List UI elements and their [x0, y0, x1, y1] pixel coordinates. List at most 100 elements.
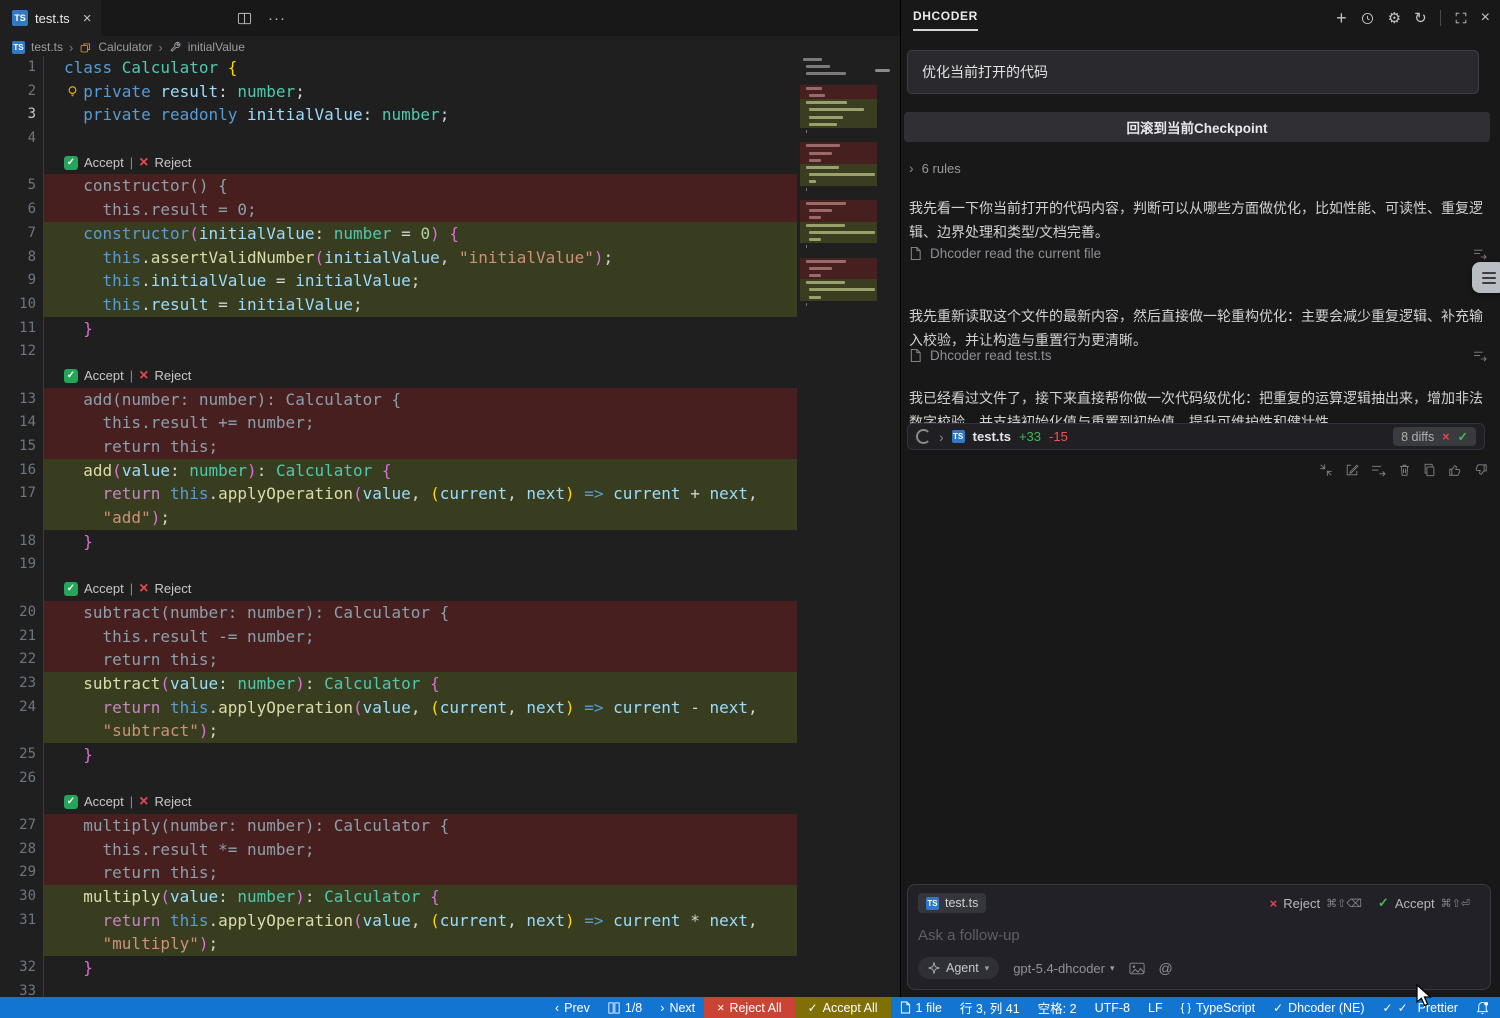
code-line: 13 add(number: number): Calculator {	[0, 388, 797, 412]
collapse-icon[interactable]	[1319, 463, 1333, 477]
inline-accept-button[interactable]: Accept	[84, 790, 124, 814]
floating-menu-button[interactable]	[1472, 262, 1500, 293]
minimap-line	[800, 142, 877, 149]
code-line: 16 add(value: number): Calculator {	[0, 459, 797, 483]
tool-call-read-test-ts[interactable]: Dhcoder read test.ts	[909, 348, 1487, 363]
thumbs-up-icon[interactable]	[1448, 463, 1462, 477]
breadcrumb-member[interactable]: initialValue	[188, 40, 245, 54]
app-window: TS test.ts × ··· TS test.ts › Calculator…	[0, 0, 1500, 1018]
inline-accept-button[interactable]: Accept	[84, 577, 124, 601]
line-number	[0, 719, 43, 743]
history-icon[interactable]	[1360, 11, 1375, 26]
delete-icon[interactable]	[1398, 463, 1411, 477]
inline-accept-button[interactable]: Accept	[84, 364, 124, 388]
settings-gear-icon[interactable]: ⚙	[1388, 11, 1401, 26]
code-line: 7 constructor(initialValue: number = 0) …	[0, 222, 797, 246]
edit-icon[interactable]	[1345, 463, 1359, 477]
user-message-text: 优化当前打开的代码	[922, 62, 1048, 82]
chat-input-area[interactable]: TS test.ts × Reject ⌘⇧⌫ ✓ Accept ⌘⇧⏎ Ask…	[907, 884, 1491, 990]
close-panel-icon[interactable]: ×	[1481, 10, 1490, 26]
tool-call-read-file[interactable]: Dhcoder read the current file	[909, 246, 1487, 261]
file-count[interactable]: 1 file	[891, 997, 951, 1018]
editor-pane: TS test.ts × ··· TS test.ts › Calculator…	[0, 0, 900, 997]
line-number: 18	[0, 530, 43, 554]
context-file-chip[interactable]: TS test.ts	[918, 893, 986, 913]
reject-button[interactable]: Reject	[1283, 896, 1320, 911]
line-number: 25	[0, 743, 43, 767]
accept-all-icon[interactable]: ✓	[1458, 429, 1468, 444]
code-area[interactable]: 1class Calculator {2 private result: num…	[0, 56, 797, 997]
notifications-bell[interactable]	[1467, 997, 1498, 1018]
panel-header-icons: + ⚙ ↻ ×	[1336, 0, 1490, 36]
code-line: 10 this.result = initialValue;	[0, 293, 797, 317]
prev-diff-button[interactable]: ‹ Prev	[546, 997, 599, 1018]
language-mode[interactable]: { } TypeScript	[1172, 997, 1264, 1018]
check-icon: ✓	[808, 1001, 818, 1015]
accept-all-button[interactable]: ✓ Accept All	[795, 997, 891, 1018]
more-actions-icon[interactable]: ···	[268, 11, 286, 26]
code-line: 23 subtract(value: number): Calculator {	[0, 672, 797, 696]
inline-diff-widget: ✓Accept|×Reject	[0, 577, 797, 601]
line-number: 4	[0, 127, 43, 151]
eol-setting[interactable]: LF	[1139, 997, 1172, 1018]
line-number	[0, 932, 43, 956]
inline-reject-button[interactable]: Reject	[154, 577, 191, 601]
line-number: 5	[0, 174, 43, 198]
minimap-line	[800, 186, 877, 193]
inline-accept-button[interactable]: Accept	[84, 151, 124, 175]
dhcoder-status[interactable]: ✓ Dhcoder (NE)	[1264, 997, 1373, 1018]
expand-panel-icon[interactable]	[1454, 11, 1468, 25]
split-editor-icon[interactable]	[237, 11, 252, 26]
breadcrumb-class[interactable]: Calculator	[98, 40, 152, 54]
refresh-icon[interactable]: ↻	[1414, 11, 1427, 26]
tool-call-label: Dhcoder read test.ts	[930, 348, 1052, 363]
encoding-setting[interactable]: UTF-8	[1086, 997, 1139, 1018]
minimap-line	[800, 56, 877, 63]
minimap-line	[800, 157, 877, 164]
line-number: 31	[0, 909, 43, 933]
scrollbar-handle[interactable]	[875, 69, 890, 72]
inline-reject-button[interactable]: Reject	[154, 151, 191, 175]
code-line: 19	[0, 553, 797, 577]
tab-test-ts[interactable]: TS test.ts ×	[0, 0, 101, 36]
copy-icon[interactable]	[1423, 463, 1436, 477]
panel-title-tab[interactable]: DHCODER	[913, 9, 978, 31]
mention-icon[interactable]: @	[1159, 960, 1173, 976]
accept-button[interactable]: Accept	[1395, 896, 1435, 911]
accept-shortcut: ⌘⇧⏎	[1441, 897, 1470, 910]
inline-diff-widget: ✓Accept|×Reject	[0, 151, 797, 175]
agent-label: Agent	[946, 961, 979, 975]
attach-image-icon[interactable]	[1129, 962, 1145, 975]
agent-mode-selector[interactable]: Agent ▾	[918, 957, 999, 979]
rules-toggle[interactable]: › 6 rules	[909, 160, 961, 176]
reject-all-icon[interactable]: ×	[1442, 430, 1449, 444]
rollback-checkpoint-button[interactable]: 回滚到当前Checkpoint	[904, 112, 1490, 142]
code-line: 9 this.initialValue = initialValue;	[0, 269, 797, 293]
minimap-line	[800, 85, 877, 92]
indentation-setting[interactable]: 空格: 2	[1029, 997, 1086, 1018]
thumbs-down-icon[interactable]	[1474, 463, 1488, 477]
diff-counter[interactable]: 1/8	[599, 997, 651, 1018]
minimap[interactable]	[800, 56, 877, 376]
insert-output-icon[interactable]	[1473, 350, 1487, 362]
insert-output-icon[interactable]	[1473, 248, 1487, 260]
close-tab-icon[interactable]: ×	[83, 10, 92, 27]
chat-input-placeholder[interactable]: Ask a follow-up	[918, 927, 1480, 944]
changed-file-row[interactable]: › TS test.ts +33 -15 8 diffs × ✓	[907, 423, 1485, 450]
next-diff-button[interactable]: › Next	[651, 997, 704, 1018]
separator: |	[130, 151, 133, 175]
code-line: "add");	[0, 506, 797, 530]
model-selector[interactable]: gpt-5.4-dhcoder ▾	[1013, 961, 1114, 976]
inline-reject-button[interactable]: Reject	[154, 790, 191, 814]
cursor-position[interactable]: 行 3, 列 41	[951, 997, 1029, 1018]
sparkle-icon	[928, 962, 940, 974]
breadcrumb-file[interactable]: test.ts	[31, 40, 63, 54]
double-check-icon: ✓	[1383, 1001, 1393, 1015]
new-chat-icon[interactable]: +	[1336, 9, 1347, 27]
reject-all-button[interactable]: × Reject All	[704, 997, 794, 1018]
insert-to-file-icon[interactable]	[1371, 464, 1386, 477]
minimap-line	[800, 222, 877, 229]
minimap-line	[800, 250, 877, 257]
inline-reject-button[interactable]: Reject	[154, 364, 191, 388]
lightbulb-icon[interactable]	[66, 85, 79, 98]
